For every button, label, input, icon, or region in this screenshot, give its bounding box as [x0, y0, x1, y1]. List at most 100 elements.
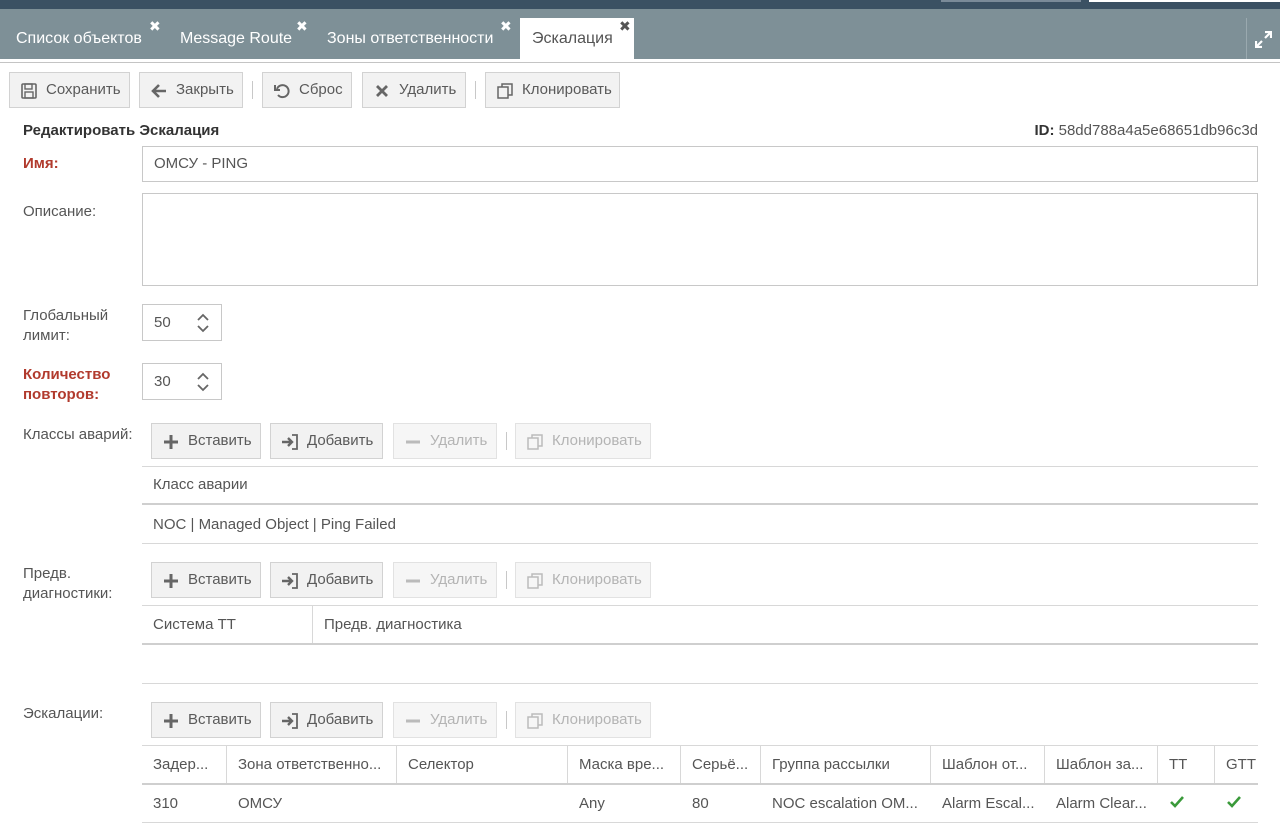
toolbar-separator [252, 81, 253, 99]
table-cell[interactable]: NOC | Managed Object | Ping Failed [153, 516, 396, 533]
column-divider [567, 745, 568, 784]
column-divider [680, 745, 681, 784]
column-header-notification-group[interactable]: Группа рассылки [772, 756, 922, 773]
cell-zone: ОМСУ [238, 795, 283, 812]
delete-button[interactable]: Удалить [362, 72, 466, 108]
global-limit-label-line1: Глобальный [23, 307, 109, 324]
grid-header-border [142, 503, 1258, 505]
close-icon[interactable]: ✖ [149, 19, 161, 33]
clone-row-button[interactable]: Клонировать [515, 423, 651, 459]
column-header-severity[interactable]: Серьё... [692, 756, 754, 773]
column-header-delay[interactable]: Задер... [153, 756, 219, 773]
column-header-selector[interactable]: Селектор [408, 756, 558, 773]
close-button[interactable]: Закрыть [139, 72, 243, 108]
global-limit-stepper[interactable]: 50 [142, 304, 222, 341]
clone-icon [527, 713, 543, 729]
top-header-bar [0, 0, 1280, 9]
column-header-tt[interactable]: TT [1169, 756, 1187, 773]
column-divider [1044, 745, 1045, 784]
column-divider [760, 745, 761, 784]
repeat-count-stepper[interactable]: 30 [142, 363, 222, 400]
delete-row-button[interactable]: Удалить [393, 562, 497, 598]
prediag-label-line2: диагностики: [23, 585, 113, 602]
add-button[interactable]: Добавить [270, 562, 383, 598]
grid-header-border [142, 643, 1258, 645]
check-icon[interactable] [1170, 796, 1184, 808]
name-label: Имя: [23, 155, 59, 172]
column-divider [930, 745, 931, 784]
insert-label: Вставить [188, 711, 252, 728]
add-label: Добавить [307, 432, 374, 449]
minus-icon [406, 579, 420, 583]
tab-escalation[interactable]: Эскалация ✖ [520, 18, 634, 59]
tab-object-list[interactable]: Список объектов ✖ [0, 18, 161, 59]
clone-row-button[interactable]: Клонировать [515, 562, 651, 598]
clone-row-label: Клонировать [552, 432, 642, 449]
tab-label: Зоны ответственности [327, 30, 494, 47]
minus-icon [406, 440, 420, 444]
save-button[interactable]: Сохранить [9, 72, 130, 108]
toolbar-separator [506, 432, 507, 450]
cell-severity: 80 [692, 795, 709, 812]
sign-in-icon [282, 573, 298, 589]
column-header-alarm-class[interactable]: Класс аварии [153, 476, 248, 493]
close-icon[interactable]: ✖ [500, 19, 512, 33]
column-header-gtt[interactable]: GTT [1226, 756, 1256, 773]
minus-icon [406, 719, 420, 723]
clone-icon [527, 573, 543, 589]
column-header-tt-system[interactable]: Система ТТ [153, 616, 236, 633]
delete-row-button[interactable]: Удалить [393, 702, 497, 738]
tab-divider [0, 62, 1280, 63]
column-divider [1214, 745, 1215, 784]
sign-in-icon [282, 713, 298, 729]
maximize-button[interactable] [1246, 18, 1280, 59]
tab-message-route[interactable]: Message Route ✖ [164, 18, 308, 59]
global-limit-label-line2: лимит: [23, 327, 70, 344]
clone-row-button[interactable]: Клонировать [515, 702, 651, 738]
clone-icon [497, 83, 513, 99]
spinner-arrows-icon[interactable] [197, 372, 209, 392]
close-label: Закрыть [176, 81, 234, 98]
column-header-time-mask[interactable]: Маска вре... [579, 756, 674, 773]
column-header-prediagnostic[interactable]: Предв. диагностика [324, 616, 462, 633]
check-icon[interactable] [1227, 796, 1241, 808]
plus-icon [164, 435, 178, 449]
close-icon[interactable]: ✖ [619, 19, 631, 33]
clone-button[interactable]: Клонировать [485, 72, 620, 108]
delete-row-label: Удалить [430, 711, 488, 728]
column-divider [1157, 745, 1158, 784]
global-limit-value: 50 [154, 314, 171, 331]
delete-x-icon [376, 85, 388, 97]
add-button[interactable]: Добавить [270, 702, 383, 738]
header-button[interactable] [941, 0, 1081, 2]
close-icon[interactable]: ✖ [296, 19, 308, 33]
tab-responsibility-zones[interactable]: Зоны ответственности ✖ [311, 18, 512, 59]
tab-label: Список объектов [16, 30, 142, 47]
tab-bar: Список объектов ✖ Message Route ✖ Зоны о… [0, 9, 1280, 59]
name-input[interactable]: ОМСУ - PING [142, 146, 1258, 182]
insert-button[interactable]: Вставить [151, 562, 261, 598]
cell-notification-group: NOC escalation OM... [772, 795, 918, 812]
global-limit-label: Глобальный лимит: [23, 306, 108, 346]
form-title: Редактировать Эскалация [23, 122, 220, 139]
save-icon [21, 83, 37, 99]
column-header-open-template[interactable]: Шаблон от... [942, 756, 1038, 773]
add-button[interactable]: Добавить [270, 423, 383, 459]
plus-icon [164, 574, 178, 588]
header-search-field[interactable] [1089, 0, 1280, 2]
cell-time-mask: Any [579, 795, 605, 812]
toolbar-separator [506, 571, 507, 589]
insert-button[interactable]: Вставить [151, 423, 261, 459]
id-value: 58dd788a4a5e68651db96c3d [1058, 122, 1258, 139]
delete-row-button[interactable]: Удалить [393, 423, 497, 459]
description-textarea[interactable] [142, 193, 1258, 286]
arrow-left-icon [151, 84, 166, 98]
column-header-zone[interactable]: Зона ответственно... [238, 756, 388, 773]
spinner-arrows-icon[interactable] [197, 313, 209, 333]
alarm-classes-label: Классы аварий: [23, 426, 133, 443]
insert-button[interactable]: Вставить [151, 702, 261, 738]
column-header-close-template[interactable]: Шаблон за... [1056, 756, 1152, 773]
clone-row-label: Клонировать [552, 711, 642, 728]
plus-icon [164, 714, 178, 728]
reset-button[interactable]: Сброс [262, 72, 352, 108]
